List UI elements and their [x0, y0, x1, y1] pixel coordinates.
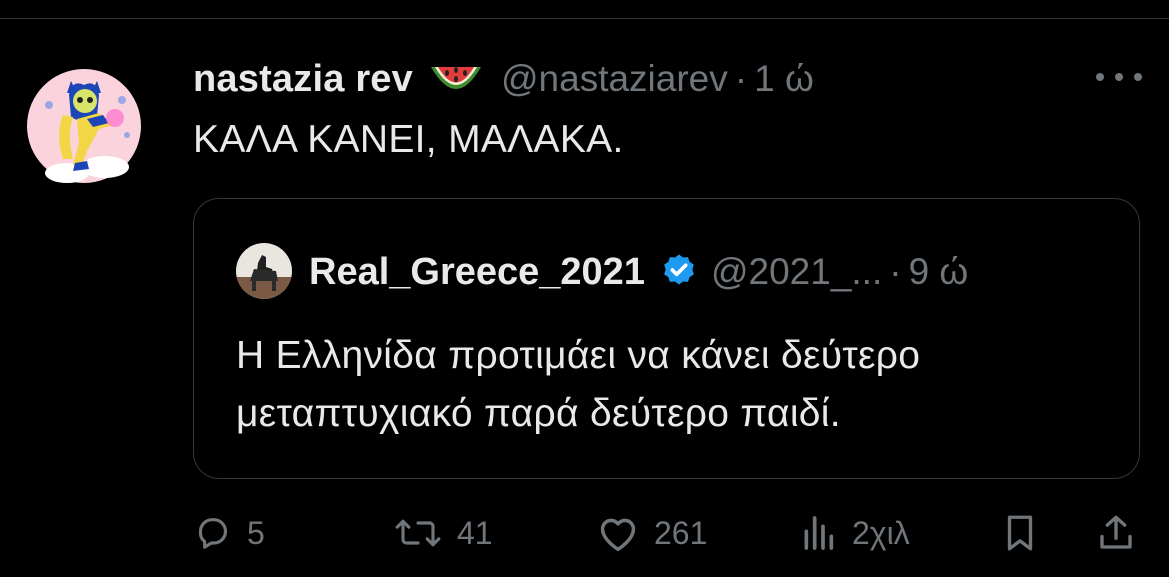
- views-button[interactable]: 2χιλ: [798, 505, 910, 561]
- share-icon: [1095, 511, 1137, 555]
- reply-count: 5: [247, 514, 265, 551]
- tweet-text: ΚΑΛΑ ΚΑΝΕΙ, ΜΑΛΑΚΑ.: [193, 118, 624, 161]
- bookmark-button[interactable]: [999, 505, 1041, 561]
- share-button[interactable]: [1095, 505, 1137, 561]
- like-button[interactable]: 261: [596, 505, 707, 561]
- repost-icon: [393, 513, 443, 553]
- bookmark-icon: [999, 511, 1041, 555]
- views-icon: [798, 513, 838, 553]
- top-divider: [0, 18, 1169, 19]
- repost-button[interactable]: 41: [393, 505, 493, 561]
- repost-count: 41: [457, 514, 493, 551]
- quoted-author-avatar[interactable]: [236, 243, 292, 299]
- tweet-actions: 5 41 261 2χιλ: [193, 505, 1143, 561]
- reply-icon: [193, 513, 233, 553]
- more-icon[interactable]: [1096, 64, 1142, 90]
- reply-button[interactable]: 5: [193, 505, 265, 561]
- quoted-tweet-time[interactable]: 9 ώ: [909, 251, 969, 293]
- tweet-time[interactable]: 1 ώ: [754, 58, 814, 100]
- like-count: 261: [654, 514, 708, 551]
- quoted-header: Real_Greece_2021 @2021_... · 9 ώ: [309, 247, 968, 297]
- quoted-tweet[interactable]: Real_Greece_2021 @2021_... · 9 ώ Η Ελλην…: [193, 198, 1140, 479]
- author-name[interactable]: nastazia rev: [193, 58, 413, 101]
- like-icon: [596, 513, 640, 553]
- watermelon-icon: [427, 59, 485, 99]
- quoted-author-name[interactable]: Real_Greece_2021: [309, 251, 645, 294]
- author-avatar[interactable]: [27, 55, 141, 197]
- views-count: 2χιλ: [852, 514, 910, 551]
- meta-separator: ·: [734, 58, 748, 99]
- author-handle[interactable]: @nastaziarev: [501, 58, 728, 100]
- tweet-header: nastazia rev @nastaziarev · 1 ώ: [193, 54, 814, 104]
- quoted-meta-separator: ·: [889, 251, 902, 292]
- quoted-author-handle[interactable]: @2021_...: [711, 251, 882, 293]
- verified-icon: [659, 252, 699, 292]
- quoted-tweet-text: Η Ελληνίδα προτιμάει να κάνει δεύτερο με…: [236, 334, 921, 435]
